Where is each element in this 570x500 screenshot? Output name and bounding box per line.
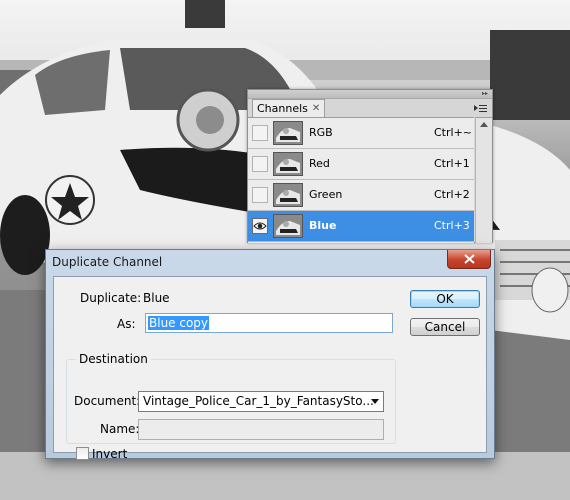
- document-label: Document:: [74, 394, 141, 408]
- channel-thumbnail: [273, 183, 303, 207]
- dialog-body: Duplicate: Blue As: Blue copy OK Cancel …: [53, 276, 487, 461]
- channel-shortcut: Ctrl+2: [434, 188, 470, 201]
- visibility-toggle[interactable]: [252, 156, 268, 172]
- duplicate-value: Blue: [143, 291, 170, 305]
- tab-channels-label: Channels: [257, 102, 308, 115]
- channel-list: RGB Ctrl+~ Red Ctrl+1 Green Ctrl+2 Blue …: [248, 117, 474, 243]
- channel-name: Red: [309, 157, 330, 170]
- close-tab-icon[interactable]: ✕: [312, 100, 320, 117]
- dialog-title: Duplicate Channel: [52, 255, 163, 269]
- close-button[interactable]: [447, 250, 491, 269]
- panel-menu-icon[interactable]: [474, 102, 488, 114]
- ok-button[interactable]: OK: [410, 290, 480, 308]
- invert-checkbox[interactable]: [76, 447, 89, 460]
- channel-list-scrollbar[interactable]: [475, 117, 492, 243]
- scroll-up-arrow-icon[interactable]: [480, 122, 488, 127]
- channel-row-green[interactable]: Green Ctrl+2: [248, 180, 474, 211]
- visibility-toggle[interactable]: [252, 187, 268, 203]
- chevron-down-icon: [371, 399, 379, 404]
- channel-row-red[interactable]: Red Ctrl+1: [248, 149, 474, 180]
- channel-shortcut: Ctrl+~: [434, 126, 473, 139]
- collapse-panel-icon[interactable]: ▸▸: [482, 91, 488, 97]
- invert-label: Invert: [92, 447, 128, 461]
- channel-name: RGB: [309, 126, 333, 139]
- channel-thumbnail: [273, 121, 303, 145]
- channel-name: Blue: [309, 219, 337, 232]
- destination-label: Destination: [76, 352, 151, 366]
- as-label: As:: [117, 317, 136, 331]
- duplicate-channel-dialog: Duplicate Channel Duplicate: Blue As: Bl…: [45, 249, 495, 461]
- close-icon: [464, 254, 475, 264]
- name-label: Name:: [100, 422, 140, 436]
- cancel-button[interactable]: Cancel: [410, 318, 480, 336]
- channel-shortcut: Ctrl+3: [434, 219, 470, 232]
- channel-thumbnail: [273, 152, 303, 176]
- tab-channels[interactable]: Channels ✕: [252, 99, 326, 117]
- as-input[interactable]: Blue copy: [145, 313, 393, 333]
- document-select[interactable]: Vintage_Police_Car_1_by_FantasySto...: [138, 391, 384, 412]
- channel-row-blue[interactable]: Blue Ctrl+3: [248, 211, 474, 242]
- channel-shortcut: Ctrl+1: [434, 157, 470, 170]
- channel-name: Green: [309, 188, 343, 201]
- document-select-value: Vintage_Police_Car_1_by_FantasySto...: [143, 394, 374, 408]
- channels-panel: ▸▸ Channels ✕ RGB Ctrl+~ Red Ctrl+1 Gree…: [247, 89, 493, 243]
- visibility-toggle[interactable]: [252, 125, 268, 141]
- channel-thumbnail: [273, 214, 303, 238]
- as-input-value: Blue copy: [148, 316, 210, 330]
- visibility-toggle[interactable]: [252, 218, 268, 234]
- channel-row-rgb[interactable]: RGB Ctrl+~: [248, 118, 474, 149]
- name-input[interactable]: [138, 419, 384, 440]
- eye-icon: [253, 222, 267, 230]
- duplicate-label: Duplicate:: [80, 291, 142, 305]
- panel-drag-bar[interactable]: ▸▸: [248, 90, 492, 99]
